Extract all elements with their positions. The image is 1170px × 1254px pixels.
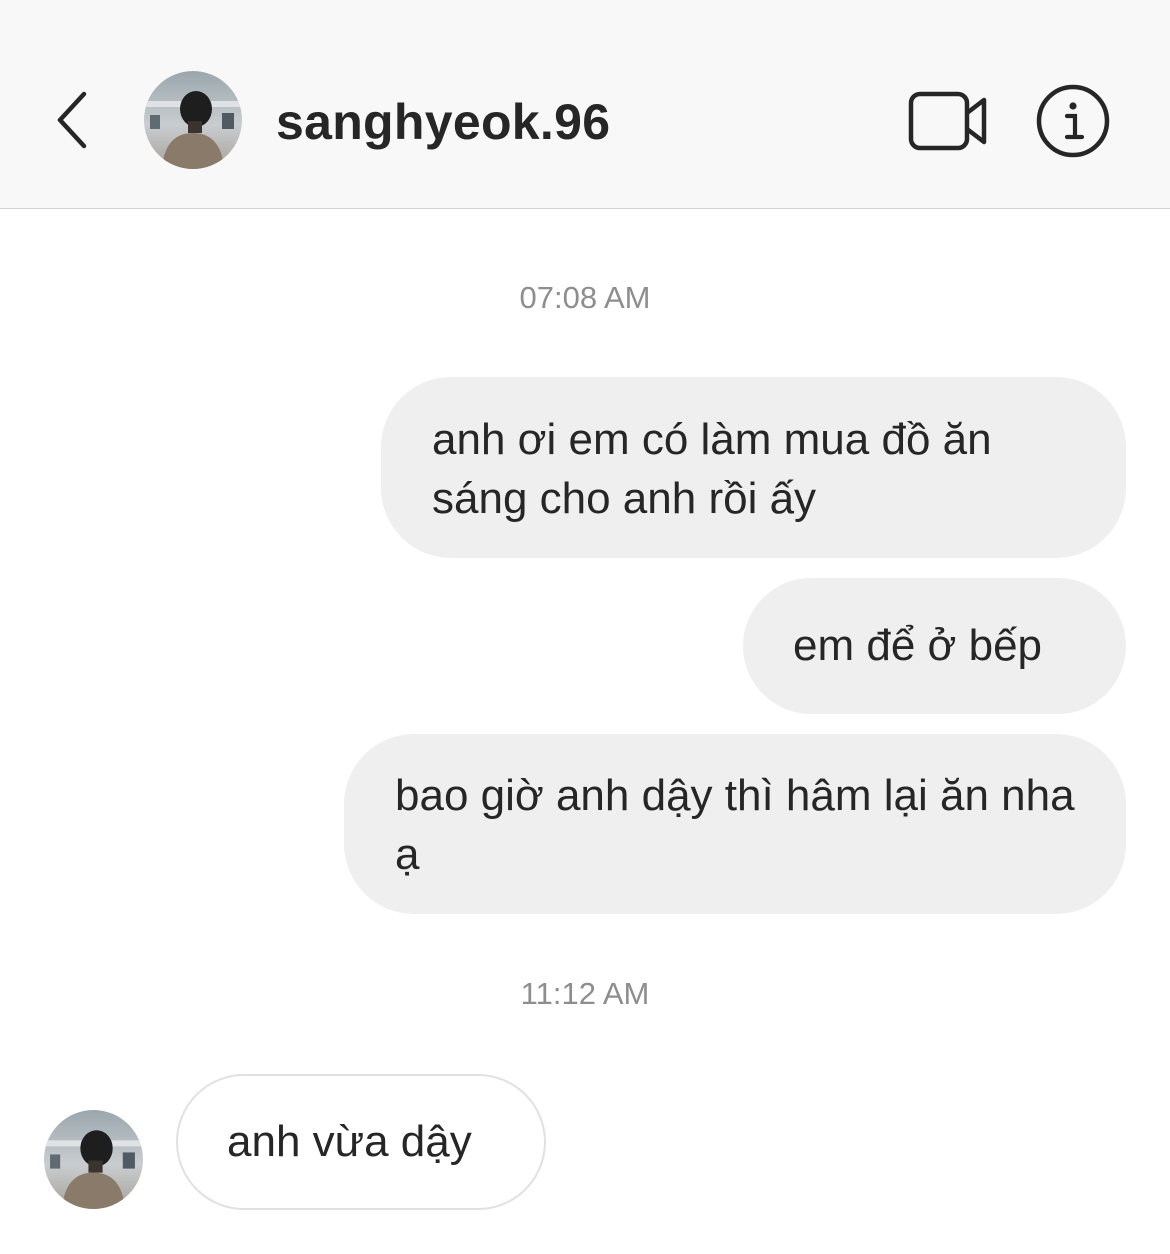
chevron-left-icon xyxy=(57,91,87,149)
video-call-button[interactable] xyxy=(906,88,990,154)
contact-username[interactable]: sanghyeok.96 xyxy=(276,92,610,152)
contact-avatar[interactable] xyxy=(144,71,242,169)
incoming-message[interactable]: anh vừa dậy xyxy=(176,1074,546,1210)
sender-avatar[interactable] xyxy=(44,1110,143,1209)
outgoing-message[interactable]: em để ở bếp xyxy=(743,578,1126,714)
chat-header: sanghyeok.96 xyxy=(0,0,1170,209)
outgoing-message[interactable]: anh ơi em có làm mua đồ ăn sáng cho anh … xyxy=(381,377,1126,558)
info-button[interactable] xyxy=(1034,82,1112,160)
message-timestamp: 11:12 AM xyxy=(520,976,650,1011)
video-camera-icon xyxy=(908,91,987,151)
message-timestamp: 07:08 AM xyxy=(519,280,651,315)
outgoing-message[interactable]: bao giờ anh dậy thì hâm lại ăn nha ạ xyxy=(344,734,1126,914)
back-button[interactable] xyxy=(44,84,100,156)
info-icon xyxy=(1036,84,1110,158)
